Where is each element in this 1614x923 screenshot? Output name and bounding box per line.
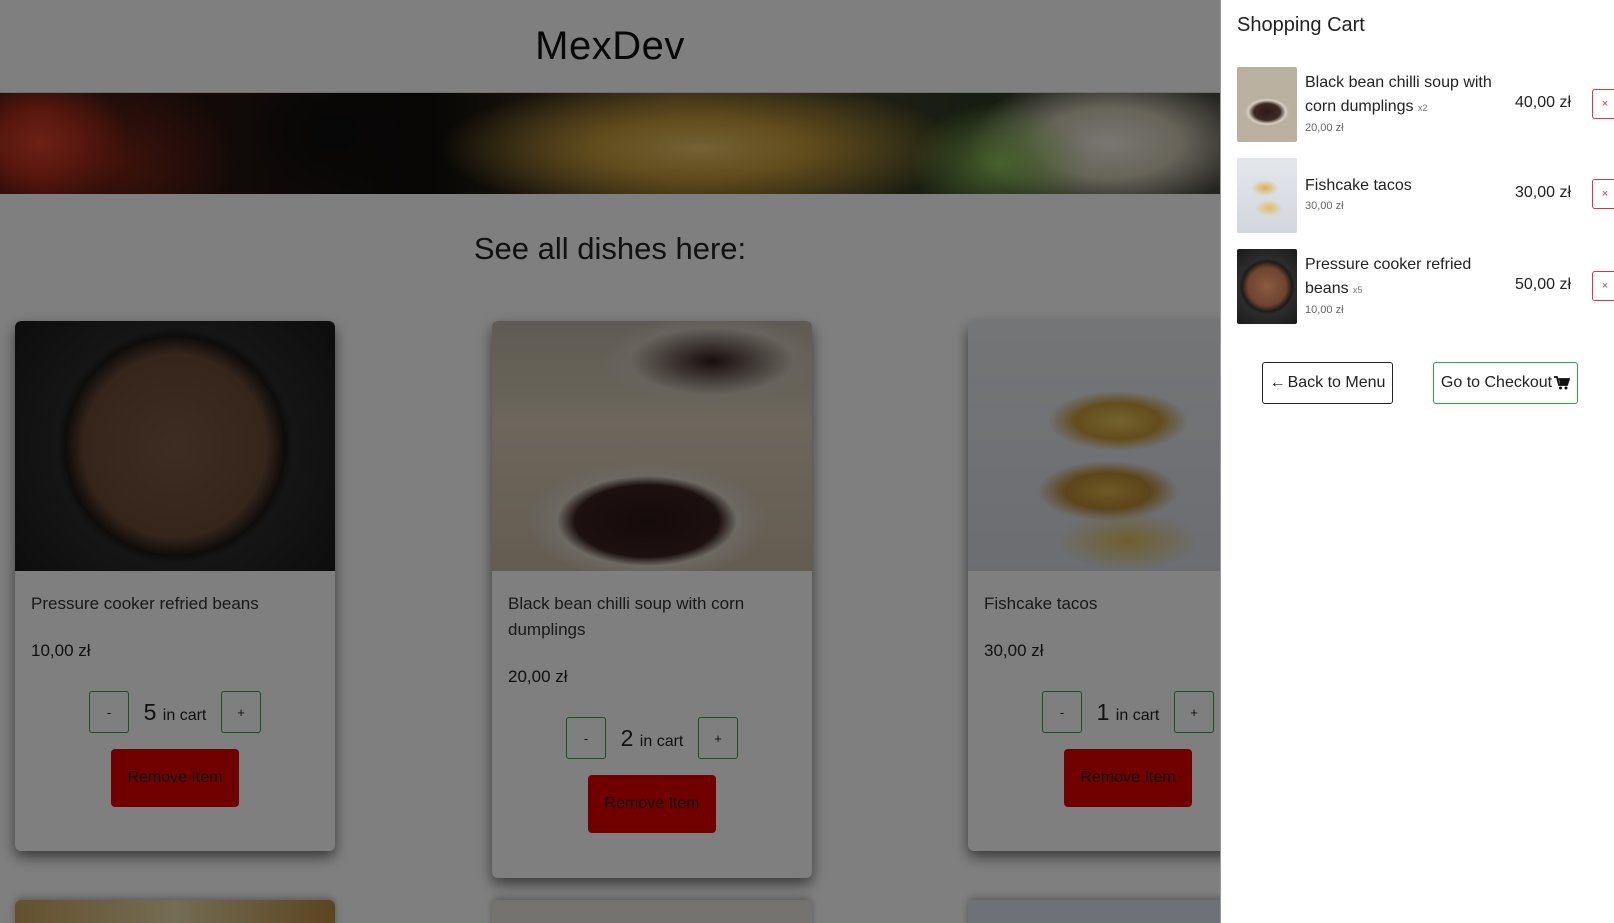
shopping-cart-icon — [1554, 376, 1571, 390]
cart-title: Shopping Cart — [1237, 14, 1365, 36]
cart-item-name: Black bean chilli soup with corn dumplin… — [1305, 74, 1492, 115]
cart-item-total: 40,00 zł — [1515, 94, 1572, 111]
cart-item-list: Black bean chilli soup with corn dumplin… — [1221, 67, 1614, 340]
cart-item-qty: x2 — [1417, 103, 1428, 113]
arrow-left-icon: ← — [1269, 374, 1286, 391]
cart-item-unit-price: 10,00 zł — [1305, 304, 1344, 316]
cart-item: Fishcake tacos 30,00 zł 30,00 zł × — [1237, 158, 1614, 249]
checkout-label: Go to Checkout — [1440, 374, 1553, 391]
cart-item-unit-price: 30,00 zł — [1305, 200, 1344, 212]
backdrop-overlay[interactable] — [0, 0, 1220, 923]
cart-item: Pressure cooker refried beans x5 10,00 z… — [1237, 249, 1614, 340]
cart-item-remove-button[interactable]: × — [1592, 89, 1614, 119]
cart-item-qty: x5 — [1353, 285, 1363, 295]
cart-item-name: Fishcake tacos — [1305, 177, 1412, 194]
cart-item-image — [1237, 158, 1297, 233]
cart-item: Black bean chilli soup with corn dumplin… — [1237, 67, 1614, 158]
cart-item-unit-price: 20,00 zł — [1305, 122, 1344, 134]
cart-item-image — [1237, 249, 1297, 324]
cart-item-total: 50,00 zł — [1515, 276, 1572, 293]
cart-item-image — [1237, 67, 1297, 142]
cart-item-remove-button[interactable]: × — [1592, 271, 1614, 301]
back-to-menu-button[interactable]: ← Back to Menu — [1262, 362, 1393, 404]
cart-item-total: 30,00 zł — [1515, 184, 1572, 201]
shopping-cart-panel: Shopping Cart Black bean chilli soup wit… — [1220, 0, 1614, 923]
checkout-button[interactable]: Go to Checkout — [1433, 362, 1578, 404]
cart-item-remove-button[interactable]: × — [1592, 179, 1614, 209]
cart-item-name: Pressure cooker refried beans — [1305, 256, 1472, 297]
back-to-menu-label: Back to Menu — [1287, 374, 1386, 391]
